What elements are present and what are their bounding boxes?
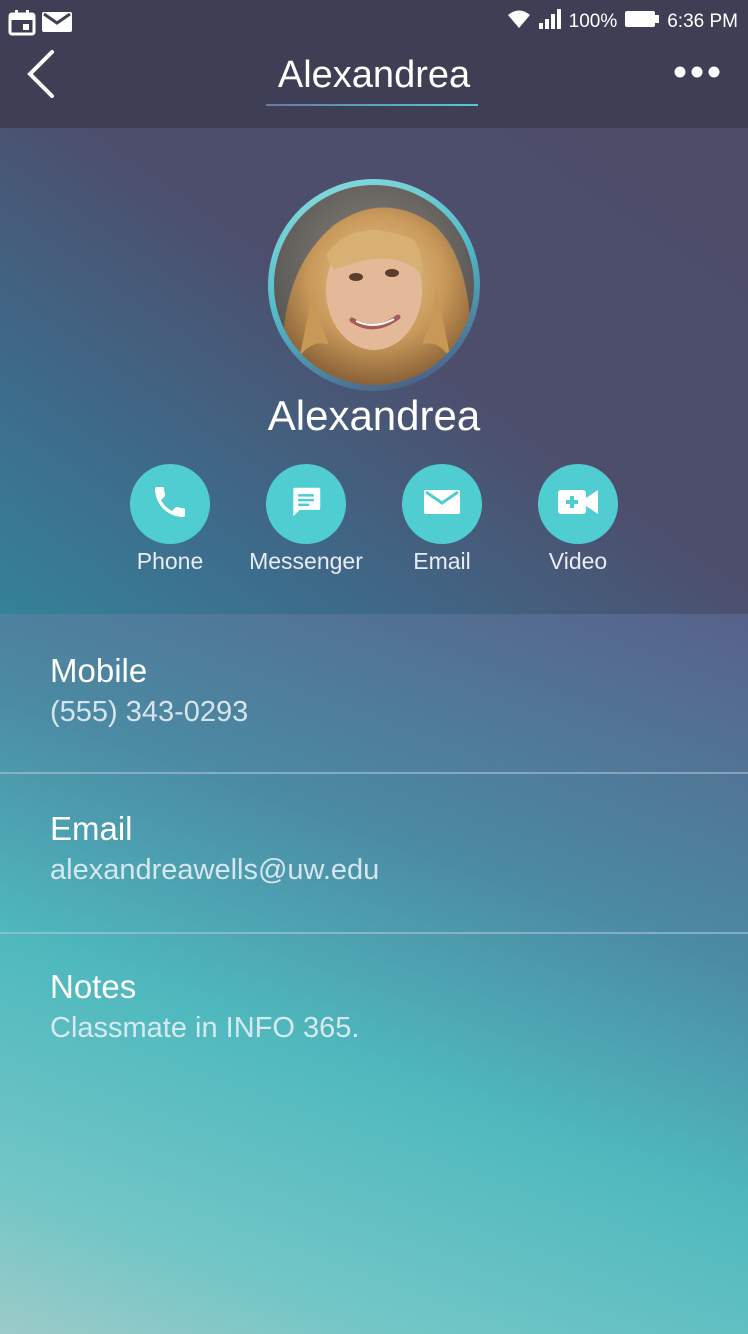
wifi-icon (507, 9, 531, 35)
messenger-action[interactable]: Messenger (236, 464, 376, 575)
phone-action-button[interactable] (130, 464, 210, 544)
status-bar: 100% 6:36 PM (0, 0, 748, 46)
avatar-ring (268, 179, 480, 391)
detail-label-mobile: Mobile (50, 652, 148, 689)
phone-action-label: Phone (136, 548, 204, 574)
avatar[interactable] (274, 185, 474, 385)
status-time: 6:36 PM (667, 11, 738, 32)
message-icon (287, 483, 325, 526)
video-icon (558, 488, 598, 521)
signal-icon (538, 9, 561, 35)
detail-mobile[interactable]: Mobile (555) 343-0293 (0, 614, 748, 772)
video-action-label: Video (548, 548, 608, 574)
detail-value-email[interactable]: alexandreawells@uw.edu (50, 854, 379, 887)
calendar-icon (8, 10, 36, 41)
contact-name: Alexandrea (267, 392, 481, 439)
video-action-button[interactable] (538, 464, 618, 544)
messenger-action-label: Messenger (249, 548, 363, 574)
detail-label-email: Email (50, 810, 133, 847)
status-left (8, 10, 72, 41)
detail-value-notes[interactable]: Classmate in INFO 365. (50, 1012, 359, 1045)
detail-value-mobile[interactable]: (555) 343-0293 (50, 696, 248, 729)
mail-icon (424, 488, 460, 521)
more-options-button[interactable] (674, 62, 724, 92)
video-action[interactable]: Video (508, 464, 648, 575)
messenger-action-button[interactable] (266, 464, 346, 544)
phone-icon (150, 482, 190, 527)
detail-label-notes: Notes (50, 968, 137, 1005)
contact-details: Mobile (555) 343-0293 Email alexandreawe… (0, 614, 748, 1334)
page-title: Alexandrea (277, 54, 471, 96)
detail-notes[interactable]: Notes Classmate in INFO 365. (0, 930, 748, 1088)
title-underline (266, 104, 478, 106)
email-action[interactable]: Email (372, 464, 512, 575)
nav-bar: Alexandrea (0, 46, 748, 128)
email-action-label: Email (413, 548, 471, 574)
mail-icon (42, 10, 72, 41)
contact-header: Alexandrea Phone Messenger Email Video (0, 128, 748, 614)
email-action-button[interactable] (402, 464, 482, 544)
phone-action[interactable]: Phone (100, 464, 240, 575)
battery-percent: 100% (568, 11, 618, 32)
status-right: 100% 6:36 PM (507, 9, 738, 35)
detail-email[interactable]: Email alexandreawells@uw.edu (0, 772, 748, 930)
battery-icon (625, 10, 660, 34)
more-dots-icon (674, 66, 720, 86)
